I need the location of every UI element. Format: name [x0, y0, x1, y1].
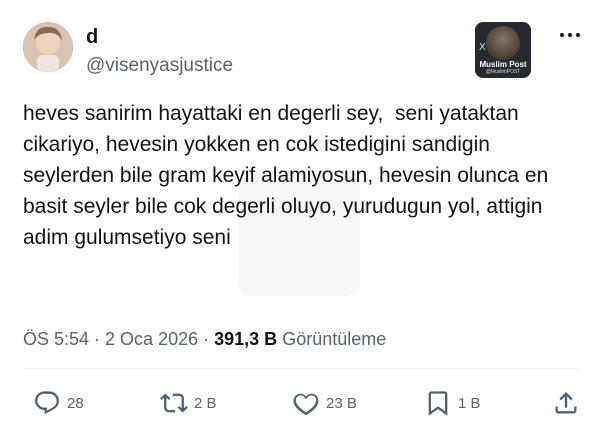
tweet-time[interactable]: ÖS 5:54 [23, 329, 89, 349]
bookmark-count: 1 B [458, 394, 481, 412]
views-count: 391,3 B [214, 329, 278, 349]
heart-icon [293, 393, 319, 416]
meta-separator: · [89, 329, 106, 349]
like-button[interactable]: 23 B [292, 388, 357, 418]
views-label: Görüntüleme [282, 329, 387, 349]
reply-icon [35, 391, 59, 415]
share-button[interactable] [552, 388, 580, 418]
like-count: 23 B [326, 394, 357, 412]
author-display-name[interactable]: d [86, 25, 98, 49]
divider [23, 368, 580, 369]
retweet-button[interactable]: 2 B [160, 388, 217, 418]
tweet-date[interactable]: 2 Oca 2026 [105, 329, 198, 349]
retweet-icon [160, 393, 188, 413]
bookmark-button[interactable]: 1 B [424, 388, 481, 418]
retweet-count: 2 B [194, 394, 217, 412]
tweet-meta: ÖS 5:54 · 2 Oca 2026 · 391,3 B Görüntüle… [23, 327, 386, 351]
meta-separator: · [198, 329, 215, 349]
reply-button[interactable]: 28 [33, 388, 84, 418]
muslim-post-badge[interactable]: X Muslim Post @MuslimPOST [475, 22, 531, 78]
tweet-text: heves sanirim hayattaki en degerli sey, … [23, 102, 555, 249]
more-dot [568, 33, 572, 37]
badge-title: Muslim Post [479, 60, 527, 69]
badge-photo [486, 26, 520, 60]
author-handle[interactable]: @visenyasjustice [86, 55, 233, 77]
badge-subtitle: @MuslimPOST [485, 69, 521, 75]
bookmark-icon [428, 391, 448, 416]
more-horizontal-icon[interactable] [559, 30, 581, 40]
x-logo-icon: X [479, 42, 486, 53]
author-avatar[interactable] [23, 22, 73, 72]
share-icon [555, 392, 577, 414]
reply-count: 28 [67, 394, 84, 412]
more-dot [576, 33, 580, 37]
more-dot [560, 33, 564, 37]
avatar-image [23, 22, 73, 72]
